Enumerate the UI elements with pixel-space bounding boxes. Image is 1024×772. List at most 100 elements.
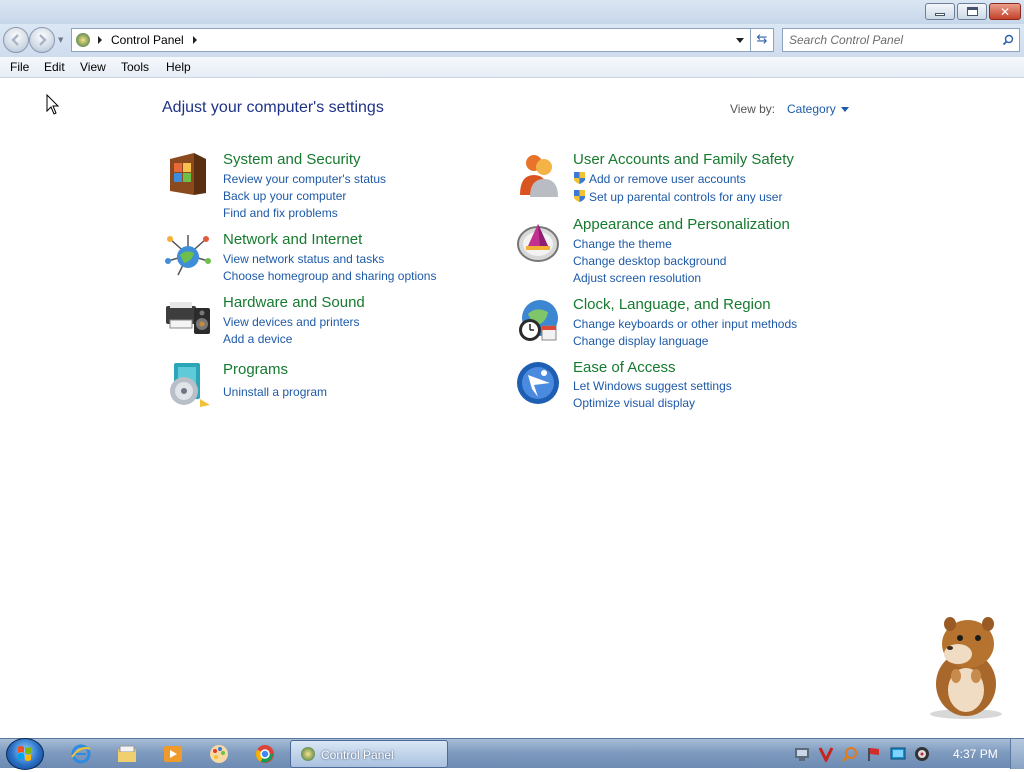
menu-help[interactable]: Help [166, 60, 191, 74]
display-tray-icon[interactable] [890, 746, 906, 762]
menu-bar: File Edit View Tools Help [0, 57, 1024, 78]
show-desktop-button[interactable] [1010, 739, 1024, 769]
category-title[interactable]: User Accounts and Family Safety [573, 151, 794, 168]
uac-shield-icon [574, 190, 585, 202]
menu-edit[interactable]: Edit [44, 60, 65, 74]
category-title[interactable]: Network and Internet [223, 231, 362, 248]
link-back-up[interactable]: Back up your computer [223, 189, 346, 203]
breadcrumb-arrow-icon[interactable] [193, 36, 197, 44]
link-screen-resolution[interactable]: Adjust screen resolution [573, 271, 701, 285]
minimize-icon [935, 13, 945, 16]
action-center-flag-icon[interactable] [866, 746, 882, 762]
refresh-icon: ⇆ [756, 32, 768, 47]
link-homegroup-sharing[interactable]: Choose homegroup and sharing options [223, 269, 436, 283]
category-title[interactable]: Ease of Access [573, 359, 676, 376]
link-desktop-background[interactable]: Change desktop background [573, 254, 726, 268]
category-network-internet: Network and Internet View network status… [164, 231, 484, 287]
view-by-arrow-icon[interactable] [841, 107, 849, 112]
menu-tools[interactable]: Tools [121, 60, 149, 74]
link-network-status[interactable]: View network status and tasks [223, 252, 384, 266]
system-security-icon[interactable] [164, 151, 212, 199]
hamster-mascot-image [930, 617, 1002, 719]
view-by-dropdown[interactable]: Category [787, 102, 836, 116]
control-panel-icon [301, 747, 315, 761]
view-by-label: View by: [730, 102, 776, 116]
link-windows-suggest[interactable]: Let Windows suggest settings [573, 379, 732, 393]
control-panel-icon [76, 33, 90, 47]
windows-logo-icon [18, 746, 31, 761]
taskbar-control-panel[interactable]: Control Panel [290, 740, 448, 768]
link-uninstall-program[interactable]: Uninstall a program [223, 385, 327, 399]
volume-tray-icon[interactable] [914, 746, 930, 762]
ease-of-access-icon[interactable] [514, 359, 562, 407]
link-devices-printers[interactable]: View devices and printers [223, 315, 360, 329]
start-button[interactable] [6, 738, 44, 770]
link-add-remove-accounts[interactable]: Add or remove user accounts [589, 172, 746, 186]
search-box[interactable] [782, 28, 1020, 52]
title-bar[interactable]: ✕ [0, 0, 1024, 24]
link-parental-controls[interactable]: Set up parental controls for any user [589, 190, 782, 204]
link-change-theme[interactable]: Change the theme [573, 237, 672, 251]
paint-app-icon[interactable] [208, 743, 230, 765]
navigation-bar: ▼ Control Panel ⇆ [0, 24, 1024, 57]
category-title[interactable]: Programs [223, 361, 288, 378]
back-arrow-icon [11, 34, 19, 46]
close-button[interactable]: ✕ [989, 3, 1021, 20]
category-appearance: Appearance and Personalization Change th… [514, 216, 844, 286]
network-internet-icon[interactable] [164, 231, 212, 279]
menu-file[interactable]: File [10, 60, 29, 74]
network-tray-icon[interactable] [794, 746, 810, 762]
back-button[interactable] [3, 27, 29, 53]
internet-explorer-icon[interactable] [70, 743, 92, 765]
media-player-icon[interactable] [162, 743, 184, 765]
minimize-button[interactable] [925, 3, 955, 20]
taskbar-task-label: Control Panel [321, 748, 394, 762]
uac-shield-icon [574, 172, 585, 184]
taskbar: Control Panel 4:37 PM [0, 738, 1024, 770]
menu-view[interactable]: View [80, 60, 106, 74]
category-programs: Programs Uninstall a program [164, 361, 484, 411]
recent-pages-dropdown[interactable]: ▼ [58, 36, 63, 44]
taskbar-clock[interactable]: 4:37 PM [953, 747, 998, 761]
address-bar[interactable]: Control Panel [71, 28, 751, 52]
category-user-accounts: User Accounts and Family Safety Add or r… [514, 151, 844, 207]
forward-button[interactable] [29, 27, 55, 53]
forward-arrow-icon [39, 34, 47, 46]
category-title[interactable]: System and Security [223, 151, 361, 168]
link-optimize-display[interactable]: Optimize visual display [573, 396, 695, 410]
refresh-button[interactable]: ⇆ [751, 28, 774, 52]
windows-explorer-icon[interactable] [116, 743, 138, 765]
link-review-status[interactable]: Review your computer's status [223, 172, 386, 186]
breadcrumb-arrow-icon[interactable] [98, 36, 102, 44]
restore-button[interactable] [957, 3, 987, 20]
link-add-device[interactable]: Add a device [223, 332, 292, 346]
content-area: Adjust your computer's settings View by:… [0, 78, 1024, 738]
control-panel-window: ✕ ▼ Control Panel ⇆ Search Control Panel… [0, 0, 1024, 738]
user-accounts-icon[interactable] [514, 151, 562, 199]
mouse-cursor-icon [46, 94, 60, 115]
appearance-icon[interactable] [514, 216, 562, 264]
category-title[interactable]: Clock, Language, and Region [573, 296, 771, 313]
page-title: Adjust your computer's settings [162, 99, 384, 116]
close-icon: ✕ [999, 4, 1011, 19]
link-keyboards-input[interactable]: Change keyboards or other input methods [573, 317, 797, 331]
search-tray-icon[interactable] [842, 746, 858, 762]
link-display-language[interactable]: Change display language [573, 334, 708, 348]
category-hardware-sound: Hardware and Sound View devices and prin… [164, 294, 484, 350]
clock-region-icon[interactable] [514, 296, 562, 344]
category-clock-region: Clock, Language, and Region Change keybo… [514, 296, 844, 352]
category-title[interactable]: Hardware and Sound [223, 294, 365, 311]
link-find-fix-problems[interactable]: Find and fix problems [223, 206, 338, 220]
restore-icon [966, 7, 978, 16]
category-system-security: System and Security Review your computer… [164, 151, 484, 221]
programs-icon[interactable] [164, 361, 212, 409]
category-title[interactable]: Appearance and Personalization [573, 216, 790, 233]
antivirus-tray-icon[interactable] [818, 746, 834, 762]
category-ease-of-access: Ease of Access Let Windows suggest setti… [514, 359, 844, 415]
search-icon[interactable] [1002, 34, 1014, 46]
address-dropdown-icon[interactable] [736, 38, 744, 43]
chrome-icon[interactable] [254, 743, 276, 765]
search-input[interactable] [789, 33, 999, 47]
breadcrumb-control-panel[interactable]: Control Panel [111, 33, 184, 47]
hardware-sound-icon[interactable] [164, 294, 212, 342]
